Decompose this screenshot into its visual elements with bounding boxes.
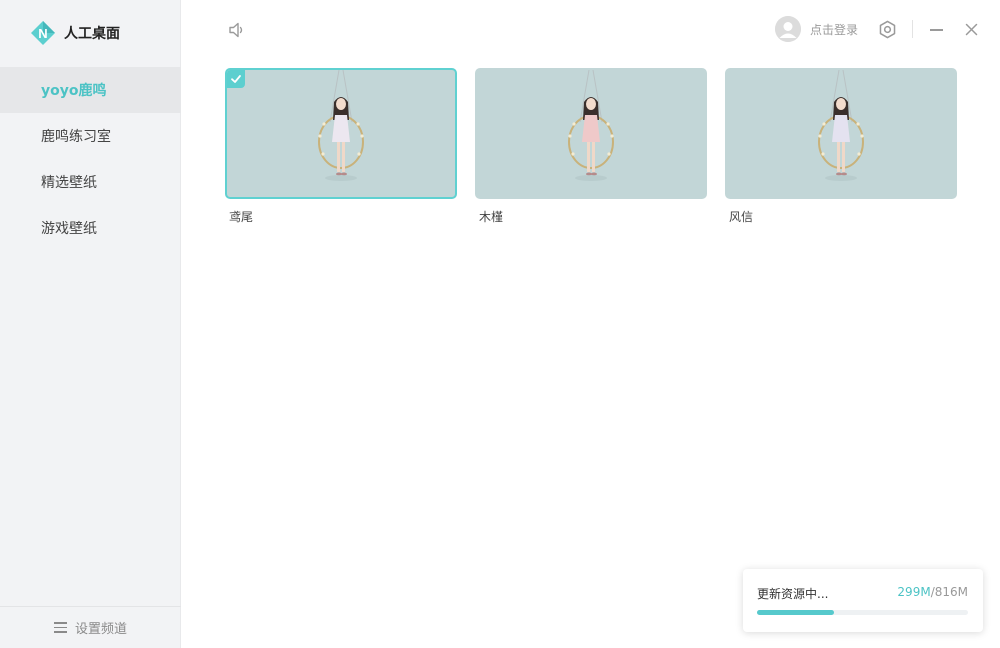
channel-settings-label: 设置频道 — [74, 622, 127, 637]
app-window: N 人工桌面 yoyo鹿鸣 鹿鸣练习室 精选壁纸 游戏壁纸 设置频道 点击登录 … — [0, 0, 1000, 648]
sidebar-item-practice-room[interactable]: 鹿鸣练习室 — [0, 113, 181, 159]
download-toast: 更新资源中... 299M/816M — [743, 569, 983, 632]
brand: N 人工桌面 — [30, 19, 120, 47]
sidebar-nav: yoyo鹿鸣 鹿鸣练习室 精选壁纸 游戏壁纸 — [0, 67, 181, 251]
menu-icon — [53, 622, 67, 633]
app-title: 人工桌面 — [64, 26, 120, 42]
wallpaper-card[interactable]: 风信 — [725, 68, 957, 225]
sidebar-item-featured-wallpapers[interactable]: 精选壁纸 — [0, 159, 181, 205]
login-button[interactable]: 点击登录 — [775, 16, 858, 42]
wallpaper-thumbnail — [225, 68, 457, 199]
selected-check-icon — [227, 70, 245, 88]
speaker-icon[interactable] — [228, 21, 246, 39]
user-icon — [775, 16, 801, 42]
download-progress-fill — [757, 610, 835, 615]
download-total: 816M — [934, 585, 968, 599]
download-size: 299M/816M — [897, 585, 968, 599]
download-done: 299M — [897, 585, 931, 599]
sidebar: N 人工桌面 yoyo鹿鸣 鹿鸣练习室 精选壁纸 游戏壁纸 设置频道 — [0, 0, 181, 648]
avatar — [775, 16, 801, 42]
wallpaper-name: 鸢尾 — [229, 210, 254, 224]
login-label: 点击登录 — [810, 22, 859, 37]
wallpaper-thumbnail — [725, 68, 957, 199]
channel-settings-button[interactable]: 设置频道 — [0, 606, 181, 648]
svg-text:N: N — [38, 26, 47, 41]
download-progress-bar — [757, 610, 968, 615]
wallpaper-name: 木槿 — [479, 210, 504, 224]
gear-icon[interactable] — [878, 20, 897, 39]
sidebar-item-game-wallpapers[interactable]: 游戏壁纸 — [0, 205, 181, 251]
wallpaper-name: 风信 — [729, 210, 754, 224]
download-status: 更新资源中... — [757, 587, 829, 601]
minimize-icon[interactable] — [930, 29, 943, 31]
logo-icon: N — [31, 21, 55, 45]
close-icon[interactable] — [965, 23, 978, 36]
sidebar-item-yoyo-luming[interactable]: yoyo鹿鸣 — [0, 67, 181, 113]
toolbar-divider — [912, 20, 913, 38]
wallpaper-card[interactable]: 鸢尾 — [225, 68, 457, 225]
wallpaper-card[interactable]: 木槿 — [475, 68, 707, 225]
wallpaper-thumbnail — [475, 68, 707, 199]
